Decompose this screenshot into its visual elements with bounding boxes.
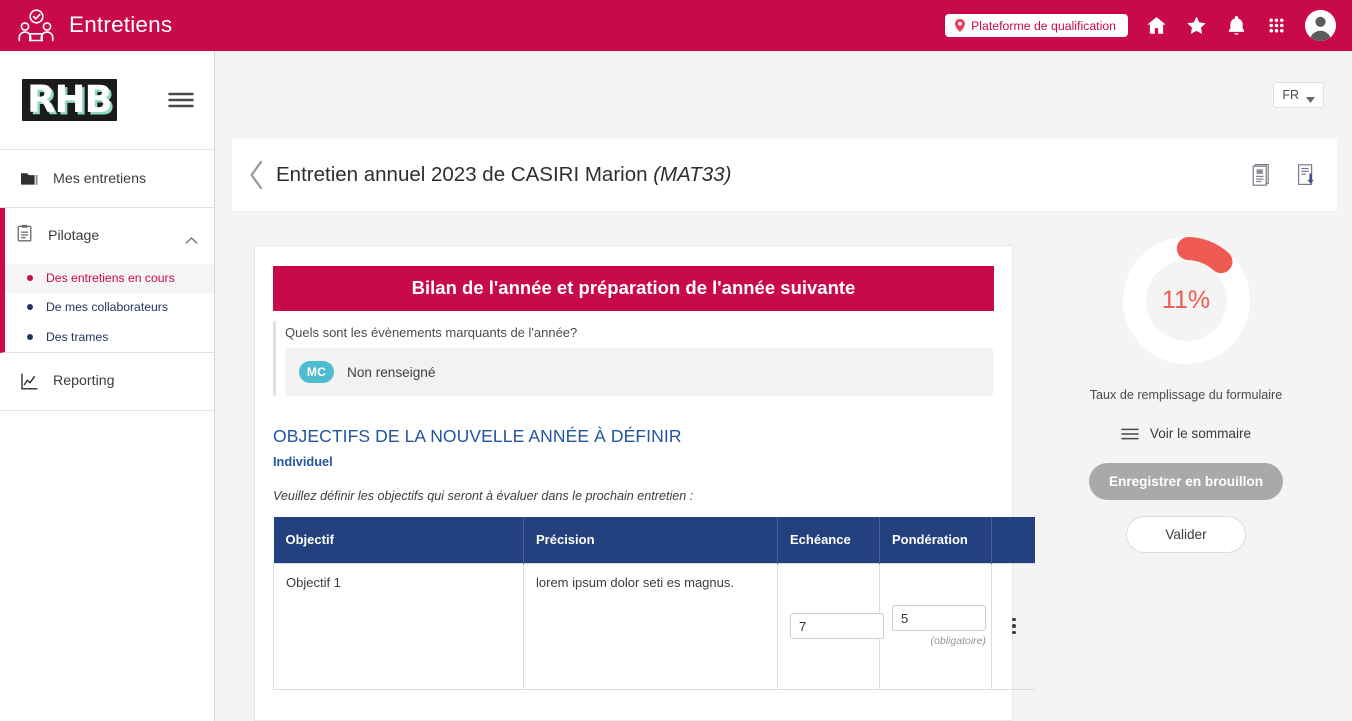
clipboard-icon xyxy=(15,224,34,248)
objectives-table-body: Objectif 1 lorem ipsum dolor seti es mag… xyxy=(273,562,1035,690)
bullet-icon xyxy=(27,304,33,311)
document-preview-icon[interactable] xyxy=(1251,163,1272,187)
column-header-precision: Précision xyxy=(523,517,778,563)
validate-button[interactable]: Valider xyxy=(1126,516,1246,553)
app-root: Entretiens Plateforme de qualification R… xyxy=(0,0,1352,721)
cell-echeance xyxy=(777,562,884,690)
sidebar-item-des-trames[interactable]: Des trames xyxy=(5,323,214,352)
language-row: FR xyxy=(215,51,1352,139)
page-title: Entretien annuel 2023 de CASIRI Marion (… xyxy=(276,163,731,187)
answer-box[interactable]: MC Non renseigné xyxy=(285,348,994,396)
body-row: RHB Mes entretiens Pilotage Des entretie… xyxy=(0,51,1352,721)
chart-line-icon xyxy=(20,372,39,391)
sidebar-submenu: Des entretiens en cours De mes collabora… xyxy=(5,264,214,352)
question-block: Quels sont les évènements marquants de l… xyxy=(273,321,994,396)
completion-gauge: 11% xyxy=(1121,235,1252,366)
language-selector[interactable]: FR xyxy=(1273,82,1324,108)
app-brand: Entretiens xyxy=(16,8,173,43)
objectives-table: Objectif Précision Echéance Pondération xyxy=(273,517,1035,690)
page-title-text: Entretien annuel 2023 de CASIRI Marion xyxy=(276,163,654,186)
apps-grid-icon[interactable] xyxy=(1265,14,1288,37)
list-lines-icon xyxy=(1121,428,1139,440)
rhb-logo: RHB xyxy=(22,77,117,122)
question-text: Quels sont les évènements marquants de l… xyxy=(285,325,578,340)
top-bar: Entretiens Plateforme de qualification xyxy=(0,0,1352,51)
sidebar-item-label: Reporting xyxy=(53,373,115,390)
sidebar-item-de-mes-collaborateurs[interactable]: De mes collaborateurs xyxy=(5,293,214,322)
section-banner: Bilan de l'année et préparation de l'ann… xyxy=(273,266,994,311)
sidebar-item-mes-entretiens[interactable]: Mes entretiens xyxy=(0,150,214,208)
sidebar-group-pilotage-header[interactable]: Pilotage xyxy=(5,208,214,264)
topbar-actions: Plateforme de qualification xyxy=(945,10,1342,41)
language-value: FR xyxy=(1282,88,1299,102)
sidebar-group-pilotage: Pilotage Des entretiens en cours De mes … xyxy=(0,208,214,353)
objectives-table-head: Objectif Précision Echéance Pondération xyxy=(273,517,1035,563)
bullet-icon xyxy=(27,275,33,281)
ponderation-required-hint: (obligatoire) xyxy=(930,635,986,647)
cell-objectif[interactable]: Objectif 1 xyxy=(273,562,524,690)
sidebar-item-des-entretiens-en-cours[interactable]: Des entretiens en cours xyxy=(5,264,214,294)
column-header-objectif: Objectif xyxy=(273,517,524,563)
sidebar-subitem-label: Des entretiens en cours xyxy=(46,271,175,285)
gauge-percent-label: 11% xyxy=(1161,286,1211,314)
section-title: OBJECTIFS DE LA NOUVELLE ANNÉE À DÉFINIR xyxy=(273,426,682,446)
chevron-left-icon[interactable] xyxy=(247,160,266,190)
sidebar-empty-space xyxy=(0,410,214,721)
column-header-ponderation: Pondération xyxy=(879,517,992,563)
table-row: Objectif 1 lorem ipsum dolor seti es mag… xyxy=(273,562,1035,690)
platform-chip-label: Plateforme de qualification xyxy=(971,18,1116,33)
form-card: Bilan de l'année et préparation de l'ann… xyxy=(254,245,1035,721)
sidebar: RHB Mes entretiens Pilotage Des entretie… xyxy=(0,51,215,721)
content-wrapper: Entretien annuel 2023 de CASIRI Marion (… xyxy=(215,139,1352,721)
save-draft-button[interactable]: Enregistrer en brouillon xyxy=(1088,463,1284,500)
view-summary-link[interactable]: Voir le sommaire xyxy=(1121,426,1251,441)
location-pin-icon xyxy=(955,19,966,32)
app-title: Entretiens xyxy=(69,12,173,38)
folder-icon xyxy=(20,169,39,188)
table-header-row: Objectif Précision Echéance Pondération xyxy=(273,517,1035,563)
side-panel: 11% Taux de remplissage du formulaire Vo… xyxy=(1035,212,1337,721)
sidebar-group-label: Pilotage xyxy=(48,228,100,244)
answer-author-avatar: MC xyxy=(299,361,334,383)
sidebar-subitem-label: De mes collaborateurs xyxy=(46,300,168,315)
bell-icon[interactable] xyxy=(1225,14,1248,37)
section-instruction: Veuillez définir les objectifs qui seron… xyxy=(273,489,694,503)
echeance-input[interactable] xyxy=(790,613,884,639)
ponderation-input[interactable] xyxy=(892,605,986,631)
bullet-icon xyxy=(27,333,33,340)
document-download-icon[interactable] xyxy=(1296,163,1317,187)
page-title-matricule: (MAT33) xyxy=(653,163,732,186)
home-icon[interactable] xyxy=(1145,14,1168,37)
gauge-caption: Taux de remplissage du formulaire xyxy=(1089,388,1283,402)
rhb-logo-text: RHB xyxy=(27,77,113,121)
column-header-actions xyxy=(991,517,1035,563)
sidebar-item-reporting[interactable]: Reporting xyxy=(0,352,214,411)
platform-chip[interactable]: Plateforme de qualification xyxy=(945,14,1128,37)
page-header: Entretien annuel 2023 de CASIRI Marion (… xyxy=(232,139,1337,212)
cell-precision[interactable]: lorem ipsum dolor seti es magnus. xyxy=(523,562,778,690)
chevron-up-icon xyxy=(185,232,198,244)
hamburger-icon[interactable] xyxy=(168,91,194,109)
answer-text: Non renseigné xyxy=(347,364,436,380)
sidebar-item-label: Mes entretiens xyxy=(53,170,147,187)
cell-row-actions xyxy=(991,562,1035,690)
sidebar-logo-row: RHB xyxy=(0,51,214,150)
star-icon[interactable] xyxy=(1185,14,1208,37)
main-area: FR Entretien annuel 2023 de CASIRI Mario… xyxy=(215,51,1352,721)
section-subtitle: Individuel xyxy=(273,454,333,469)
form-column: Bilan de l'année et préparation de l'ann… xyxy=(232,212,1035,721)
sidebar-subitem-label: Des trames xyxy=(46,329,109,344)
interview-people-check-icon xyxy=(16,8,56,43)
column-header-echeance: Echéance xyxy=(777,517,880,563)
content-columns: Bilan de l'année et préparation de l'ann… xyxy=(232,212,1337,721)
view-summary-label: Voir le sommaire xyxy=(1149,426,1252,441)
user-avatar[interactable] xyxy=(1305,10,1336,41)
cell-ponderation: (obligatoire) xyxy=(879,562,992,690)
page-header-actions xyxy=(1251,163,1317,187)
chevron-down-icon xyxy=(1306,92,1315,103)
kebab-menu-icon[interactable] xyxy=(1004,617,1024,635)
